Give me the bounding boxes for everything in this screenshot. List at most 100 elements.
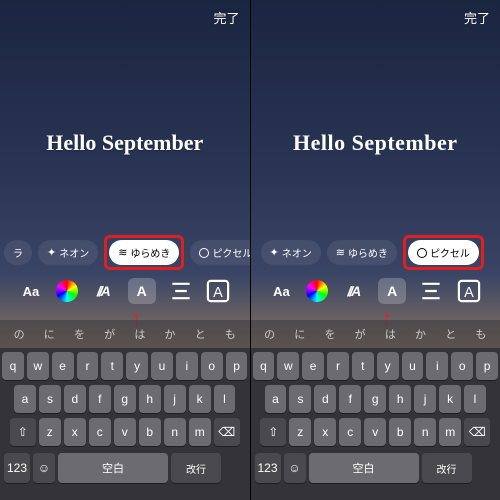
key-b[interactable]: b: [139, 418, 161, 446]
key-o[interactable]: o: [201, 352, 223, 380]
key-f[interactable]: f: [339, 385, 361, 413]
key-r[interactable]: r: [77, 352, 99, 380]
suggestion[interactable]: か: [165, 326, 176, 342]
story-text[interactable]: Hello September: [0, 130, 250, 156]
backspace-key[interactable]: ⌫: [214, 418, 240, 446]
key-x[interactable]: x: [314, 418, 336, 446]
align-button[interactable]: [418, 278, 444, 304]
key-z[interactable]: z: [289, 418, 311, 446]
suggestion[interactable]: は: [385, 326, 396, 342]
key-b[interactable]: b: [389, 418, 411, 446]
key-q[interactable]: q: [253, 352, 275, 380]
suggestion[interactable]: と: [445, 326, 456, 342]
font-button[interactable]: Aa: [268, 278, 294, 304]
key-y[interactable]: y: [126, 352, 148, 380]
key-t[interactable]: t: [352, 352, 374, 380]
key-l[interactable]: l: [214, 385, 236, 413]
key-c[interactable]: c: [89, 418, 111, 446]
key-u[interactable]: u: [402, 352, 424, 380]
style-button[interactable]: //A: [90, 278, 116, 304]
num-key[interactable]: 123: [255, 453, 281, 483]
key-n[interactable]: n: [164, 418, 186, 446]
space-key[interactable]: 空白: [309, 453, 419, 483]
suggestion[interactable]: は: [134, 326, 145, 342]
effect-neon[interactable]: ✦ネオン: [261, 240, 321, 265]
emoji-key[interactable]: ☺: [284, 453, 306, 483]
key-w[interactable]: w: [27, 352, 49, 380]
style-button[interactable]: //A: [340, 278, 366, 304]
effect-button[interactable]: A: [378, 278, 406, 304]
suggestion[interactable]: か: [415, 326, 426, 342]
animation-button[interactable]: A: [205, 278, 231, 304]
animation-button[interactable]: A: [456, 278, 482, 304]
key-f[interactable]: f: [89, 385, 111, 413]
suggestion[interactable]: を: [74, 326, 85, 342]
num-key[interactable]: 123: [4, 453, 30, 483]
key-a[interactable]: a: [14, 385, 36, 413]
effect-pixel[interactable]: ピクセル: [190, 240, 250, 265]
key-k[interactable]: k: [189, 385, 211, 413]
done-button[interactable]: 完了: [464, 8, 490, 27]
effect-yurameki[interactable]: ≋ゆらめき: [327, 240, 397, 265]
effect-yurameki[interactable]: ≋ゆらめき: [109, 240, 179, 265]
key-h[interactable]: h: [139, 385, 161, 413]
key-p[interactable]: p: [226, 352, 248, 380]
key-c[interactable]: c: [339, 418, 361, 446]
suggestion[interactable]: を: [324, 326, 335, 342]
shift-key[interactable]: ⇧: [10, 418, 36, 446]
suggestion[interactable]: が: [355, 326, 366, 342]
key-e[interactable]: e: [52, 352, 74, 380]
key-m[interactable]: m: [439, 418, 461, 446]
effect-neon[interactable]: ✦ネオン: [38, 240, 98, 265]
suggestion[interactable]: に: [44, 326, 55, 342]
key-l[interactable]: l: [464, 385, 486, 413]
key-g[interactable]: g: [364, 385, 386, 413]
suggestion[interactable]: に: [294, 326, 305, 342]
font-button[interactable]: Aa: [18, 278, 44, 304]
key-i[interactable]: i: [426, 352, 448, 380]
suggestion[interactable]: が: [104, 326, 115, 342]
key-h[interactable]: h: [389, 385, 411, 413]
done-button[interactable]: 完了: [213, 8, 239, 27]
key-n[interactable]: n: [414, 418, 436, 446]
key-j[interactable]: j: [164, 385, 186, 413]
key-d[interactable]: d: [314, 385, 336, 413]
color-button[interactable]: [56, 280, 78, 302]
return-key[interactable]: 改行: [422, 453, 472, 483]
key-j[interactable]: j: [414, 385, 436, 413]
key-w[interactable]: w: [277, 352, 299, 380]
shift-key[interactable]: ⇧: [260, 418, 286, 446]
key-q[interactable]: q: [2, 352, 24, 380]
key-m[interactable]: m: [189, 418, 211, 446]
space-key[interactable]: 空白: [58, 453, 168, 483]
color-button[interactable]: [306, 280, 328, 302]
key-u[interactable]: u: [151, 352, 173, 380]
key-t[interactable]: t: [101, 352, 123, 380]
key-e[interactable]: e: [302, 352, 324, 380]
key-v[interactable]: v: [114, 418, 136, 446]
key-z[interactable]: z: [39, 418, 61, 446]
suggestion[interactable]: の: [264, 326, 275, 342]
suggestion[interactable]: と: [195, 326, 206, 342]
key-y[interactable]: y: [377, 352, 399, 380]
key-p[interactable]: p: [476, 352, 498, 380]
effects-carousel[interactable]: ラ ✦ネオン ≋ゆらめき ピクセル: [0, 235, 250, 270]
effect-pixel[interactable]: ピクセル: [408, 240, 479, 265]
key-s[interactable]: s: [289, 385, 311, 413]
suggestion[interactable]: も: [475, 326, 486, 342]
key-r[interactable]: r: [327, 352, 349, 380]
effects-carousel[interactable]: ✦ネオン ≋ゆらめき ピクセル: [251, 235, 500, 270]
key-d[interactable]: d: [64, 385, 86, 413]
suggestion[interactable]: の: [14, 326, 25, 342]
align-button[interactable]: [168, 278, 194, 304]
effect-partial[interactable]: ラ: [4, 240, 32, 265]
key-o[interactable]: o: [451, 352, 473, 380]
suggestion[interactable]: も: [225, 326, 236, 342]
key-s[interactable]: s: [39, 385, 61, 413]
key-g[interactable]: g: [114, 385, 136, 413]
story-text[interactable]: Hello September: [251, 130, 500, 156]
key-i[interactable]: i: [176, 352, 198, 380]
key-x[interactable]: x: [64, 418, 86, 446]
key-a[interactable]: a: [265, 385, 287, 413]
key-k[interactable]: k: [439, 385, 461, 413]
